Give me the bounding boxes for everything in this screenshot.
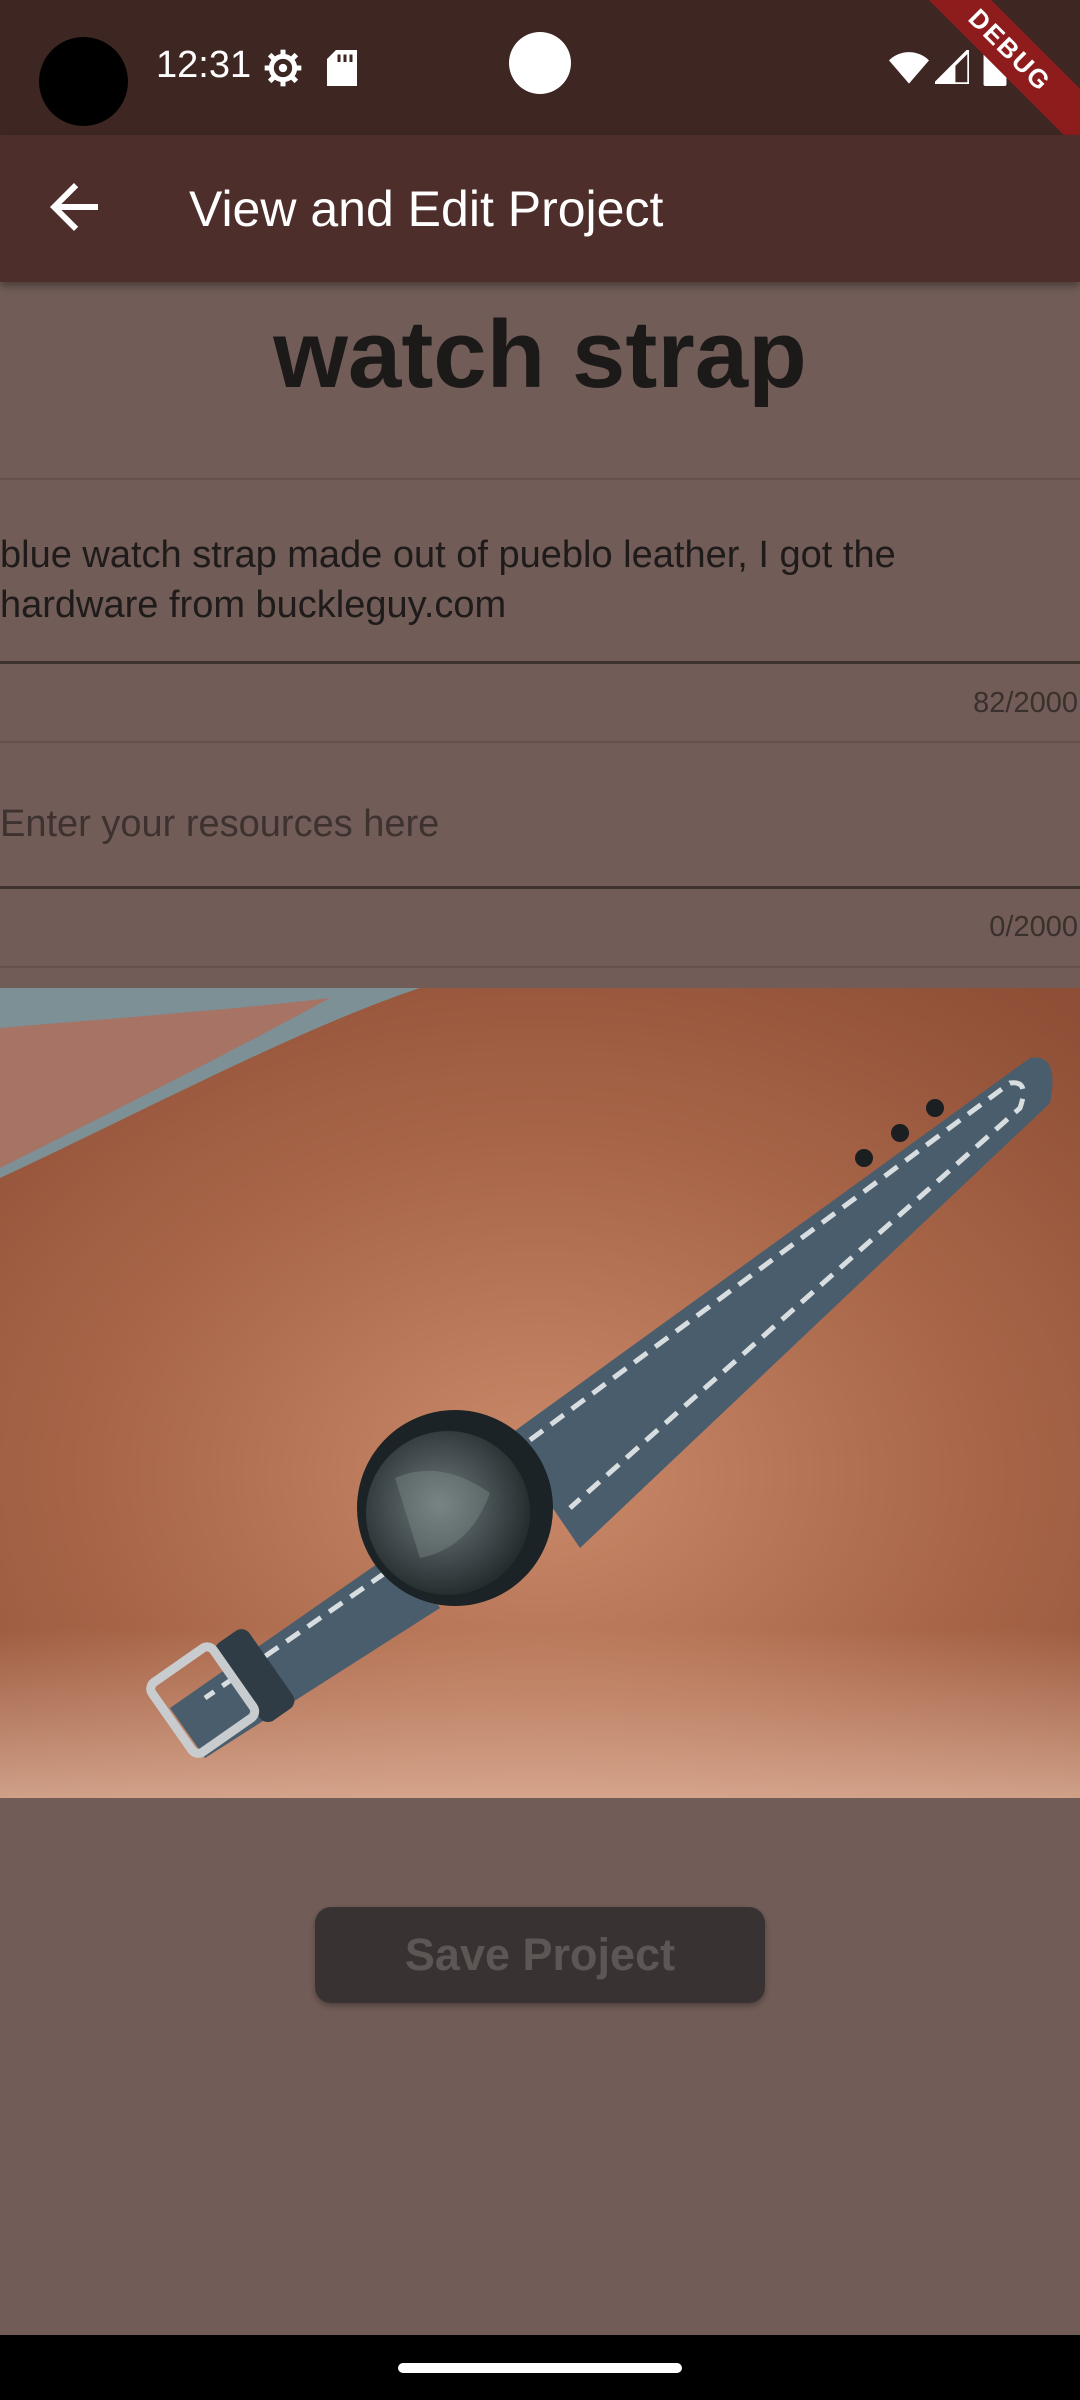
divider [0,478,1080,480]
home-gesture-handle[interactable] [398,2363,682,2373]
project-photo [0,988,1080,1798]
signal-icon [935,50,969,84]
resources-underline [0,886,1080,889]
description-underline [0,661,1080,664]
app-bar-title: View and Edit Project [189,181,664,237]
status-bar: 12:31 DEBUG [0,0,1080,165]
back-button[interactable] [38,171,110,243]
resources-field[interactable]: Enter your resources here [0,799,1040,849]
description-counter: 82/2000 [973,687,1078,719]
save-project-button[interactable]: Save Project [315,1907,765,2003]
camera-cutout [39,37,128,126]
divider [0,741,1080,743]
resources-counter: 0/2000 [989,911,1078,943]
system-nav-bar [0,2335,1080,2400]
sd-card-icon [327,50,357,86]
app-bar: View and Edit Project [0,135,1080,282]
wifi-icon [889,52,929,84]
settings-gear-icon [264,49,302,87]
front-sensor [509,32,571,94]
status-time: 12:31 [156,44,252,86]
divider [0,966,1080,968]
description-field[interactable]: blue watch strap made out of pueblo leat… [0,530,1040,630]
project-title: watch strap [273,301,807,408]
arrow-back-icon [50,183,98,231]
